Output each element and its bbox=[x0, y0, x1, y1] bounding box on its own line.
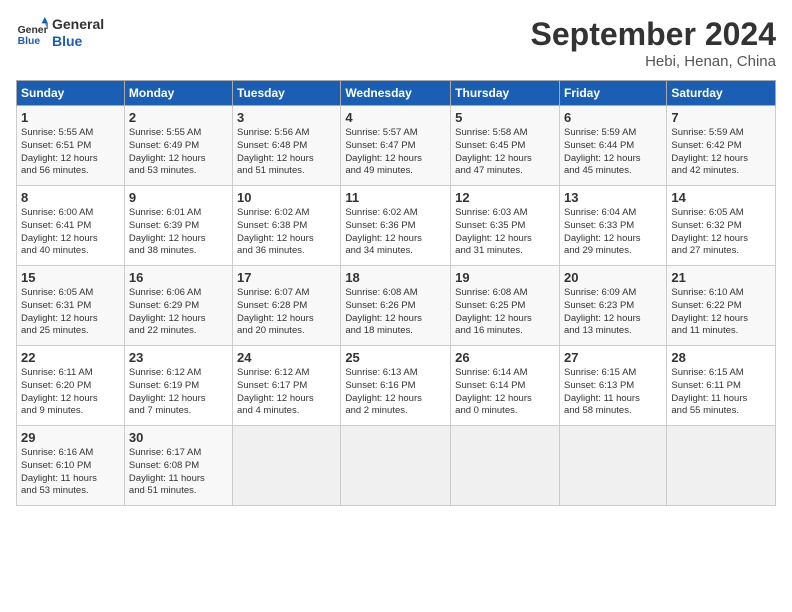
day-16: 16 Sunrise: 6:06 AMSunset: 6:29 PMDaylig… bbox=[124, 266, 232, 346]
day-27: 27 Sunrise: 6:15 AMSunset: 6:13 PMDaylig… bbox=[559, 346, 666, 426]
empty-5 bbox=[667, 426, 776, 506]
week-4: 22 Sunrise: 6:11 AMSunset: 6:20 PMDaylig… bbox=[17, 346, 776, 426]
title-block: September 2024 Hebi, Henan, China bbox=[531, 16, 776, 70]
day-20: 20 Sunrise: 6:09 AMSunset: 6:23 PMDaylig… bbox=[559, 266, 666, 346]
day-19: 19 Sunrise: 6:08 AMSunset: 6:25 PMDaylig… bbox=[451, 266, 560, 346]
week-1: 1 Sunrise: 5:55 AMSunset: 6:51 PMDayligh… bbox=[17, 106, 776, 186]
week-5: 29 Sunrise: 6:16 AMSunset: 6:10 PMDaylig… bbox=[17, 426, 776, 506]
col-saturday: Saturday bbox=[667, 81, 776, 106]
day-21: 21 Sunrise: 6:10 AMSunset: 6:22 PMDaylig… bbox=[667, 266, 776, 346]
day-5: 5 Sunrise: 5:58 AMSunset: 6:45 PMDayligh… bbox=[451, 106, 560, 186]
logo-text: General Blue bbox=[52, 16, 104, 50]
day-29: 29 Sunrise: 6:16 AMSunset: 6:10 PMDaylig… bbox=[17, 426, 125, 506]
logo: General Blue General Blue bbox=[16, 16, 104, 50]
week-3: 15 Sunrise: 6:05 AMSunset: 6:31 PMDaylig… bbox=[17, 266, 776, 346]
col-wednesday: Wednesday bbox=[341, 81, 451, 106]
day-10: 10 Sunrise: 6:02 AMSunset: 6:38 PMDaylig… bbox=[233, 186, 341, 266]
col-tuesday: Tuesday bbox=[233, 81, 341, 106]
day-25: 25 Sunrise: 6:13 AMSunset: 6:16 PMDaylig… bbox=[341, 346, 451, 426]
day-3: 3 Sunrise: 5:56 AMSunset: 6:48 PMDayligh… bbox=[233, 106, 341, 186]
col-monday: Monday bbox=[124, 81, 232, 106]
calendar-container: General Blue General Blue September 2024… bbox=[0, 0, 792, 514]
day-30: 30 Sunrise: 6:17 AMSunset: 6:08 PMDaylig… bbox=[124, 426, 232, 506]
calendar-table: Sunday Monday Tuesday Wednesday Thursday… bbox=[16, 80, 776, 506]
col-thursday: Thursday bbox=[451, 81, 560, 106]
day-23: 23 Sunrise: 6:12 AMSunset: 6:19 PMDaylig… bbox=[124, 346, 232, 426]
month-title: September 2024 bbox=[531, 16, 776, 53]
day-11: 11 Sunrise: 6:02 AMSunset: 6:36 PMDaylig… bbox=[341, 186, 451, 266]
day-28: 28 Sunrise: 6:15 AMSunset: 6:11 PMDaylig… bbox=[667, 346, 776, 426]
day-24: 24 Sunrise: 6:12 AMSunset: 6:17 PMDaylig… bbox=[233, 346, 341, 426]
col-sunday: Sunday bbox=[17, 81, 125, 106]
day-18: 18 Sunrise: 6:08 AMSunset: 6:26 PMDaylig… bbox=[341, 266, 451, 346]
logo-icon: General Blue bbox=[16, 17, 48, 49]
svg-text:Blue: Blue bbox=[18, 36, 41, 47]
day-9: 9 Sunrise: 6:01 AMSunset: 6:39 PMDayligh… bbox=[124, 186, 232, 266]
col-friday: Friday bbox=[559, 81, 666, 106]
empty-1 bbox=[233, 426, 341, 506]
day-17: 17 Sunrise: 6:07 AMSunset: 6:28 PMDaylig… bbox=[233, 266, 341, 346]
header-row: Sunday Monday Tuesday Wednesday Thursday… bbox=[17, 81, 776, 106]
week-2: 8 Sunrise: 6:00 AMSunset: 6:41 PMDayligh… bbox=[17, 186, 776, 266]
day-1: 1 Sunrise: 5:55 AMSunset: 6:51 PMDayligh… bbox=[17, 106, 125, 186]
day-14: 14 Sunrise: 6:05 AMSunset: 6:32 PMDaylig… bbox=[667, 186, 776, 266]
svg-text:General: General bbox=[18, 25, 48, 36]
day-7: 7 Sunrise: 5:59 AMSunset: 6:42 PMDayligh… bbox=[667, 106, 776, 186]
day-8: 8 Sunrise: 6:00 AMSunset: 6:41 PMDayligh… bbox=[17, 186, 125, 266]
day-13: 13 Sunrise: 6:04 AMSunset: 6:33 PMDaylig… bbox=[559, 186, 666, 266]
day-12: 12 Sunrise: 6:03 AMSunset: 6:35 PMDaylig… bbox=[451, 186, 560, 266]
empty-4 bbox=[559, 426, 666, 506]
day-26: 26 Sunrise: 6:14 AMSunset: 6:14 PMDaylig… bbox=[451, 346, 560, 426]
location: Hebi, Henan, China bbox=[531, 53, 776, 70]
day-22: 22 Sunrise: 6:11 AMSunset: 6:20 PMDaylig… bbox=[17, 346, 125, 426]
empty-3 bbox=[451, 426, 560, 506]
day-15: 15 Sunrise: 6:05 AMSunset: 6:31 PMDaylig… bbox=[17, 266, 125, 346]
header: General Blue General Blue September 2024… bbox=[16, 16, 776, 70]
day-4: 4 Sunrise: 5:57 AMSunset: 6:47 PMDayligh… bbox=[341, 106, 451, 186]
day-2: 2 Sunrise: 5:55 AMSunset: 6:49 PMDayligh… bbox=[124, 106, 232, 186]
empty-2 bbox=[341, 426, 451, 506]
day-6: 6 Sunrise: 5:59 AMSunset: 6:44 PMDayligh… bbox=[559, 106, 666, 186]
